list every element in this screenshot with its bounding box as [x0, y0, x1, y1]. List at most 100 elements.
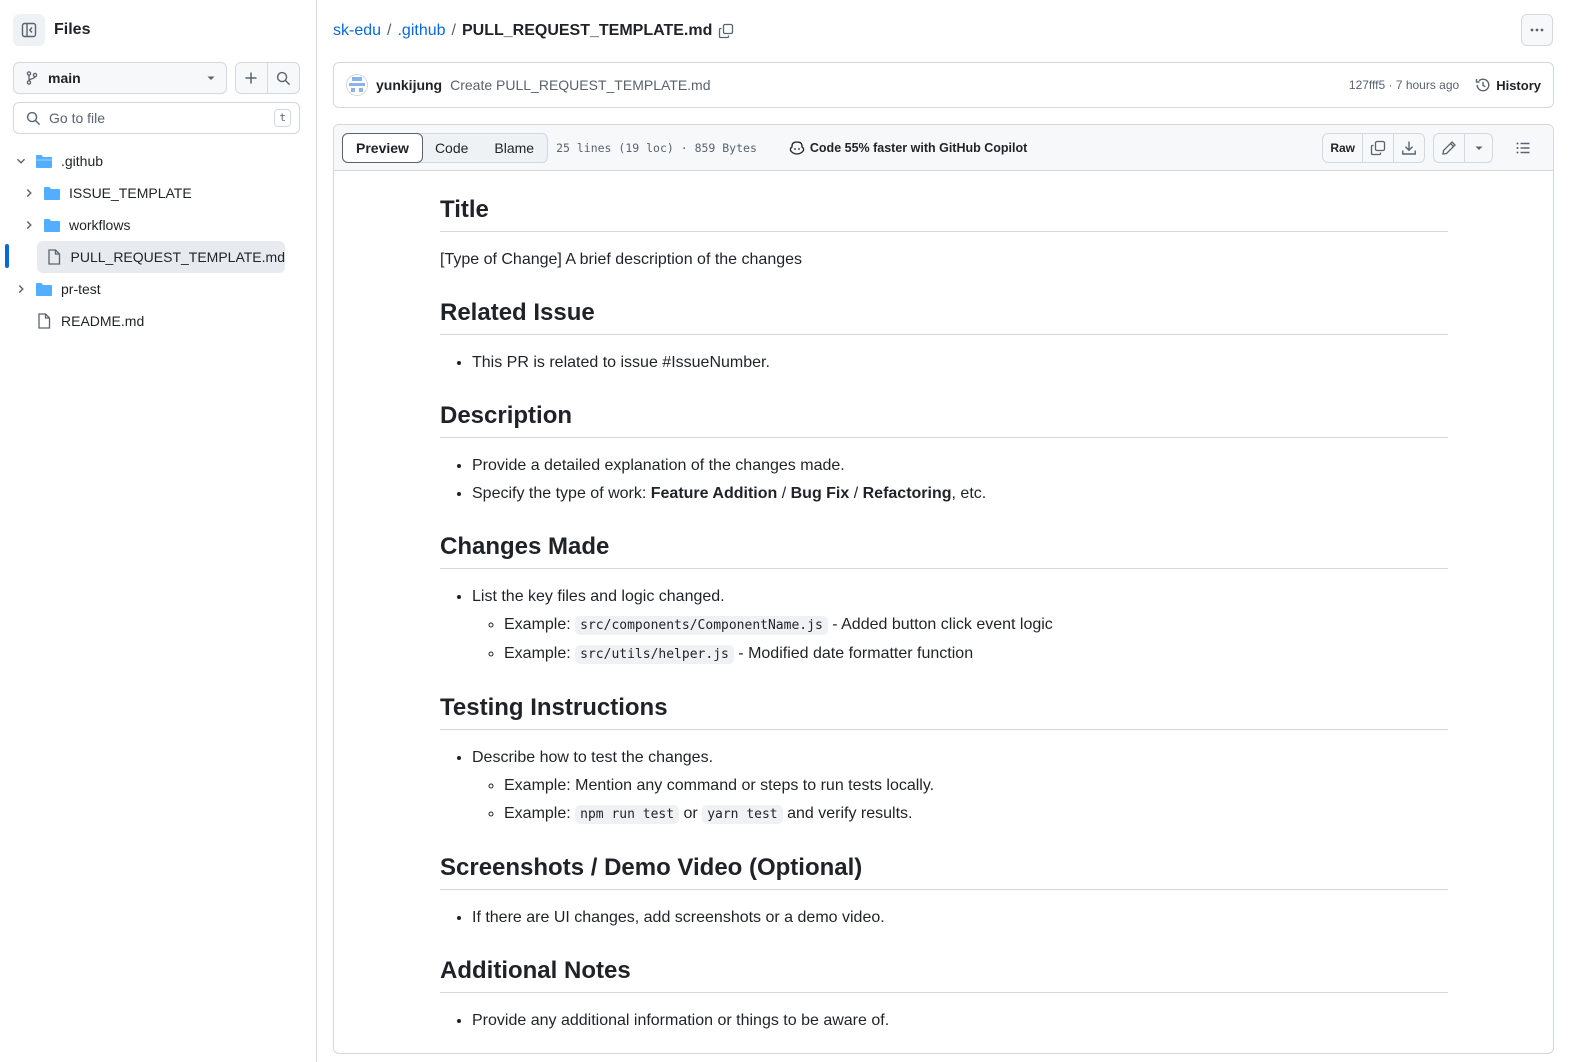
list: If there are UI changes, add screenshots…	[440, 906, 1448, 930]
section-changes-made: Changes Made List the key files and logi…	[440, 532, 1448, 667]
text: /	[849, 485, 863, 502]
breadcrumb-current-file: PULL_REQUEST_TEMPLATE.md	[461, 22, 713, 39]
raw-button[interactable]: Raw	[1323, 134, 1362, 162]
tab-blame[interactable]: Blame	[481, 134, 547, 162]
file-tree: .github ISSUE_TEMPLATE workflows PULL_RE…	[0, 145, 317, 337]
list-item: Example: npm run test or yarn test and v…	[504, 802, 1448, 827]
heading-screenshots: Screenshots / Demo Video (Optional)	[440, 853, 1448, 890]
copilot-promo-text: Code 55% faster with GitHub Copilot	[809, 140, 1028, 155]
breadcrumb-folder-link[interactable]: .github	[397, 22, 445, 40]
tree-item-workflows[interactable]: workflows	[0, 209, 317, 241]
history-button[interactable]: History	[1475, 77, 1541, 93]
text: /	[777, 485, 791, 502]
tree-item-issue-template[interactable]: ISSUE_TEMPLATE	[0, 177, 317, 209]
sidebar-title: Files	[54, 21, 91, 38]
tab-preview[interactable]: Preview	[342, 132, 423, 163]
tab-code[interactable]: Code	[422, 134, 481, 162]
breadcrumb: sk-edu / .github / PULL_REQUEST_TEMPLATE…	[333, 19, 734, 43]
tree-item-github[interactable]: .github	[0, 145, 317, 177]
inline-code: src/utils/helper.js	[575, 645, 734, 664]
edit-actions-group	[1433, 133, 1493, 163]
more-options-button[interactable]	[1521, 14, 1553, 46]
chevron-right-icon	[13, 281, 29, 297]
tree-item-label: pr-test	[61, 281, 101, 297]
tree-item-label: .github	[61, 153, 104, 169]
download-icon	[1402, 141, 1416, 155]
chevron-right-icon	[21, 185, 37, 201]
file-actions: Raw	[1322, 133, 1539, 163]
section-description: Description Provide a detailed explanati…	[440, 401, 1448, 506]
text: List the key files and logic changed.	[472, 588, 725, 605]
collapse-sidebar-button[interactable]	[13, 14, 45, 46]
git-branch-icon	[26, 71, 38, 85]
list-item: If there are UI changes, add screenshots…	[472, 906, 1448, 930]
edit-dropdown-button[interactable]	[1464, 134, 1492, 162]
paragraph: [Type of Change] A brief description of …	[440, 251, 803, 268]
copy-icon	[719, 23, 734, 39]
list-unordered-icon	[1516, 142, 1530, 154]
text: Example:	[504, 805, 576, 822]
branch-name: main	[48, 70, 81, 86]
list: List the key files and logic changed. Ex…	[440, 585, 1448, 667]
inline-code: src/components/ComponentName.js	[575, 616, 828, 635]
text: Example:	[504, 645, 576, 662]
branch-row: main	[13, 62, 300, 94]
text: - Added button click event logic	[827, 616, 1053, 633]
commit-message[interactable]: Create PULL_REQUEST_TEMPLATE.md	[450, 77, 1349, 93]
sidebar-collapse-icon	[21, 22, 37, 38]
outline-button[interactable]	[1507, 133, 1539, 163]
commit-author[interactable]: yunkijung	[376, 77, 442, 93]
text: Describe how to test the changes.	[472, 749, 714, 766]
tree-item-pr-test[interactable]: pr-test	[0, 273, 317, 305]
list-item: This PR is related to issue #IssueNumber…	[472, 351, 1448, 375]
view-mode-tabs: Preview Code Blame	[342, 132, 549, 163]
section-testing: Testing Instructions Describe how to tes…	[440, 693, 1448, 827]
text: or	[679, 805, 703, 822]
sub-list: Example: src/components/ComponentName.js…	[472, 613, 1448, 667]
copilot-icon	[789, 140, 805, 155]
list-item: Specify the type of work: Feature Additi…	[472, 482, 1448, 506]
search-files-button[interactable]	[267, 63, 299, 93]
chevron-down-icon	[13, 153, 29, 169]
list-item: Example: src/utils/helper.js - Modified …	[504, 642, 1448, 667]
file-content-box: Preview Code Blame 25 lines (19 loc) · 8…	[333, 124, 1554, 1054]
search-icon	[26, 111, 41, 125]
text: , etc.	[951, 485, 987, 502]
raw-actions-group: Raw	[1322, 133, 1425, 163]
copy-icon	[1370, 140, 1386, 156]
go-to-file-input[interactable]	[49, 110, 275, 126]
latest-commit-bar: yunkijung Create PULL_REQUEST_TEMPLATE.m…	[333, 62, 1554, 108]
inline-code: npm run test	[575, 805, 680, 824]
section-additional-notes: Additional Notes Provide any additional …	[440, 956, 1448, 1033]
folder-icon	[35, 281, 53, 297]
list: This PR is related to issue #IssueNumber…	[440, 351, 1448, 375]
tree-item-readme[interactable]: README.md	[0, 305, 317, 337]
download-button[interactable]	[1393, 134, 1424, 162]
list-item: Describe how to test the changes. Exampl…	[472, 746, 1448, 827]
copy-path-button[interactable]	[718, 23, 734, 39]
add-file-button[interactable]	[236, 63, 268, 93]
file-icon	[35, 313, 53, 329]
tree-item-pull-request-template[interactable]: PULL_REQUEST_TEMPLATE.md	[37, 241, 285, 273]
edit-file-button[interactable]	[1434, 134, 1464, 162]
commit-hash-time[interactable]: 127fff5 · 7 hours ago	[1349, 78, 1459, 92]
copy-raw-button[interactable]	[1362, 134, 1393, 162]
history-icon	[1476, 78, 1490, 92]
branch-selector[interactable]: main	[13, 62, 227, 94]
list: Provide any additional information or th…	[440, 1009, 1448, 1033]
selected-indicator	[5, 244, 9, 268]
bold-text: Feature Addition	[650, 485, 778, 502]
text: Specify the type of work:	[472, 485, 651, 502]
caret-down-icon	[1475, 146, 1482, 150]
chevron-right-icon	[21, 217, 37, 233]
section-related-issue: Related Issue This PR is related to issu…	[440, 298, 1448, 375]
tree-item-label: PULL_REQUEST_TEMPLATE.md	[70, 249, 285, 265]
heading-testing: Testing Instructions	[440, 693, 1448, 730]
avatar[interactable]	[346, 74, 368, 96]
list: Provide a detailed explanation of the ch…	[440, 454, 1448, 506]
copilot-promo-link[interactable]: Code 55% faster with GitHub Copilot	[789, 140, 1027, 156]
heading-additional-notes: Additional Notes	[440, 956, 1448, 993]
heading-title: Title	[440, 195, 1448, 232]
breadcrumb-repo-link[interactable]: sk-edu	[333, 22, 381, 40]
list-item: Provide a detailed explanation of the ch…	[472, 454, 1448, 478]
